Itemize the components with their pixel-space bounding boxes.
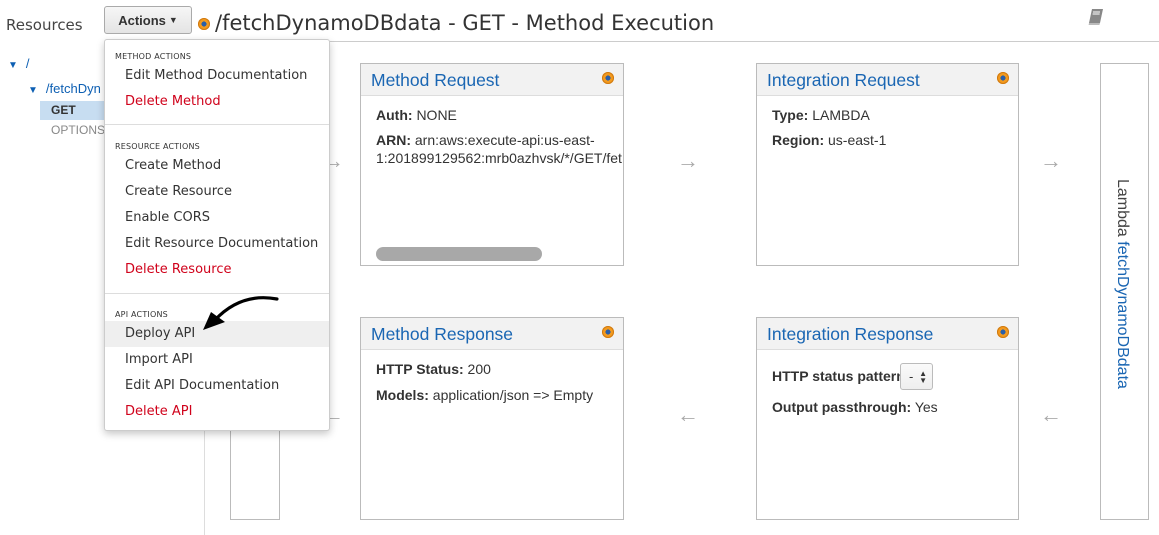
header-divider (205, 41, 1159, 42)
tree-item-fetch[interactable]: ▼ /fetchDyn (28, 81, 101, 96)
status-pattern-select[interactable]: - ▲ ▼ (900, 363, 933, 390)
page-title: /fetchDynamoDBdata - GET - Method Execut… (215, 11, 715, 35)
arrow-left-icon: ← (677, 402, 699, 427)
status-dot-icon (602, 72, 614, 84)
menu-item-delete-method[interactable]: Delete Method (105, 89, 329, 115)
integration-response-title[interactable]: Integration Response (767, 324, 933, 345)
arn-row: ARN: arn:aws:execute-api:us-east- (376, 132, 595, 148)
passthrough-label: Output passthrough: (772, 399, 912, 415)
arn-label: ARN: (376, 132, 411, 148)
lambda-function-link[interactable]: fetchDynamoDBdata (1114, 241, 1131, 389)
type-row: Type: LAMBDA (772, 107, 870, 123)
http-status-value: 200 (467, 361, 491, 377)
annotation-arrow-icon (203, 296, 279, 330)
method-request-panel: Method Request Auth: NONE ARN: arn:aws:e… (360, 63, 624, 266)
method-response-panel: Method Response HTTP Status: 200 Models:… (360, 317, 624, 520)
auth-row: Auth: NONE (376, 107, 457, 123)
lambda-panel: Lambda fetchDynamoDBdata (1100, 63, 1149, 520)
menu-item-edit-resource-documentation[interactable]: Edit Resource Documentation (105, 231, 329, 257)
region-value: us-east-1 (828, 132, 887, 148)
actions-button-label: Actions (118, 12, 166, 28)
status-dot-icon (602, 326, 614, 338)
menu-item-create-resource[interactable]: Create Resource (105, 179, 329, 205)
models-value: application/json => Empty (432, 387, 594, 403)
type-label: Type: (772, 107, 809, 123)
http-status-label: HTTP Status: (376, 361, 464, 377)
up-down-icon: ▲ ▼ (919, 368, 927, 385)
integration-response-header: Integration Response (757, 318, 1018, 350)
method-request-title[interactable]: Method Request (371, 70, 499, 91)
tree-fetch-label: /fetchDyn (45, 81, 101, 96)
method-response-title[interactable]: Method Response (371, 324, 513, 345)
arrow-right-icon: → (677, 148, 699, 173)
tree-root-label: / (25, 56, 30, 71)
region-label: Region: (772, 132, 825, 148)
status-dot-icon (198, 18, 210, 30)
auth-value: NONE (416, 107, 457, 123)
menu-item-delete-api[interactable]: Delete API (105, 399, 329, 425)
menu-separator (105, 124, 329, 125)
status-dot-icon (997, 326, 1009, 338)
menu-item-edit-api-documentation[interactable]: Edit API Documentation (105, 373, 329, 399)
tree-item-options[interactable]: OPTIONS (51, 123, 105, 137)
expand-triangle-icon: ▼ (8, 60, 18, 71)
method-actions-heading: METHOD ACTIONS (115, 52, 192, 61)
type-value: LAMBDA (812, 107, 870, 123)
region-row: Region: us-east-1 (772, 132, 886, 148)
lambda-prefix: Lambda (1114, 179, 1131, 237)
integration-request-panel: Integration Request Type: LAMBDA Region:… (756, 63, 1019, 266)
http-status-row: HTTP Status: 200 (376, 361, 491, 377)
resource-actions-heading: RESOURCE ACTIONS (115, 142, 200, 151)
passthrough-value: Yes (914, 399, 938, 415)
menu-item-enable-cors[interactable]: Enable CORS (105, 205, 329, 231)
integration-request-title[interactable]: Integration Request (767, 70, 920, 91)
models-label: Models: (376, 387, 429, 403)
book-icon[interactable] (1087, 8, 1103, 26)
method-response-header: Method Response (361, 318, 623, 350)
horizontal-scrollbar[interactable] (376, 247, 624, 263)
integration-request-header: Integration Request (757, 64, 1018, 96)
arrow-left-icon: ← (1040, 402, 1062, 427)
integration-response-panel: Integration Response HTTP status pattern… (756, 317, 1019, 520)
caret-down-icon: ▼ (168, 15, 178, 25)
arn-value-line1: arn:aws:execute-api:us-east- (414, 132, 595, 148)
scrollbar-thumb[interactable] (376, 247, 542, 261)
expand-triangle-icon: ▼ (28, 85, 38, 96)
arrow-right-icon: → (1040, 148, 1062, 173)
resources-label: Resources (6, 16, 83, 34)
menu-item-create-method[interactable]: Create Method (105, 153, 329, 179)
auth-label: Auth: (376, 107, 413, 123)
menu-item-edit-method-documentation[interactable]: Edit Method Documentation (105, 63, 329, 89)
arn-row-continued: 1:201899129562:mrb0azhvsk/*/GET/fet (376, 150, 624, 166)
status-pattern-value: - (909, 369, 914, 384)
menu-item-import-api[interactable]: Import API (105, 347, 329, 373)
actions-dropdown-menu: METHOD ACTIONS Edit Method Documentation… (104, 39, 330, 431)
actions-button[interactable]: Actions ▼ (104, 6, 192, 34)
passthrough-row: Output passthrough: Yes (772, 399, 938, 415)
models-row: Models: application/json => Empty (376, 387, 593, 403)
status-pattern-label: HTTP status pattern: (772, 368, 910, 384)
api-actions-heading: API ACTIONS (115, 310, 168, 319)
menu-item-delete-resource[interactable]: Delete Resource (105, 257, 329, 283)
tree-item-root[interactable]: ▼ / (8, 56, 30, 71)
arn-value-line2: 1:201899129562:mrb0azhvsk/*/GET/fet (376, 150, 622, 166)
method-request-header: Method Request (361, 64, 623, 96)
status-dot-icon (997, 72, 1009, 84)
lambda-label: Lambda fetchDynamoDBdata (1113, 179, 1131, 389)
status-pattern-row: HTTP status pattern: (772, 368, 909, 384)
